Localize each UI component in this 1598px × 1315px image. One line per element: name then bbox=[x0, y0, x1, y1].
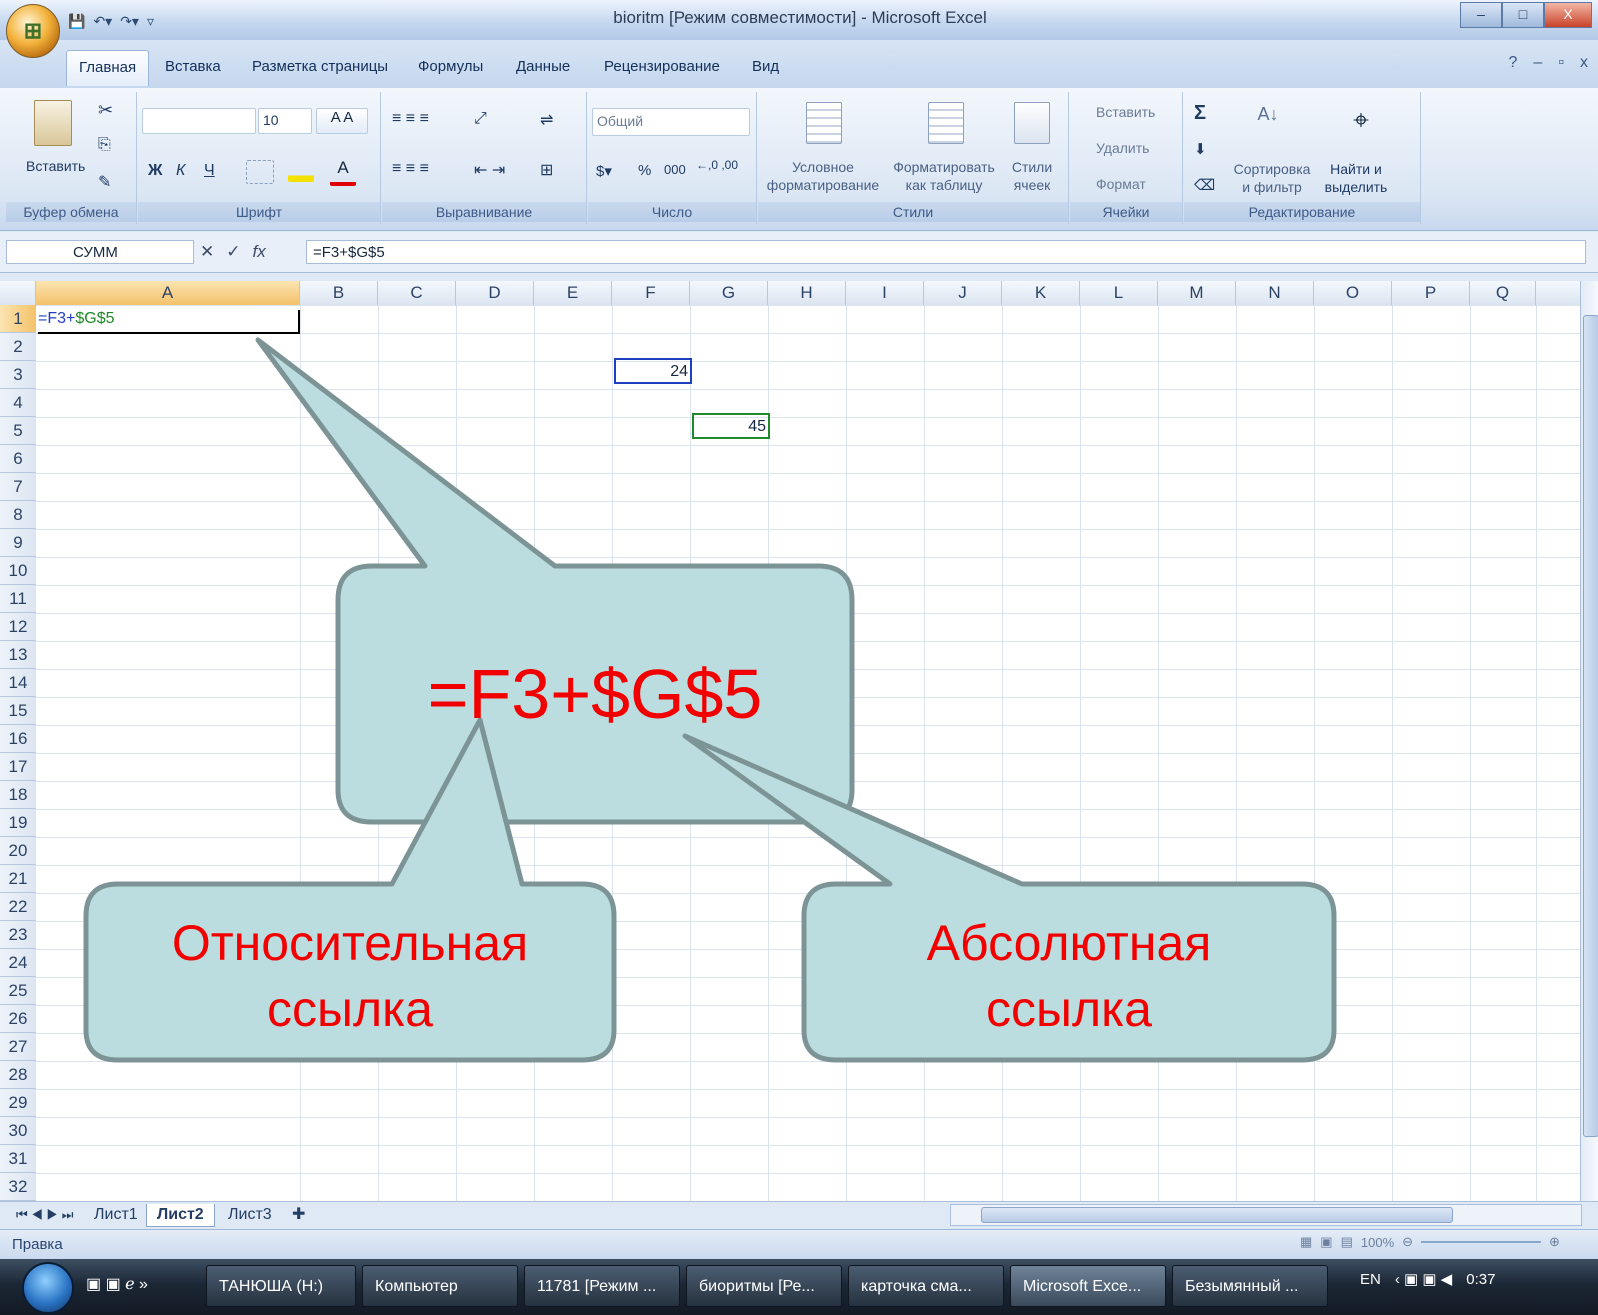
callout-relative-text: Относительная ссылка bbox=[90, 910, 610, 1042]
callout-main-formula: =F3+$G$5 bbox=[427, 655, 763, 733]
callout-absolute-line-2: ссылка bbox=[986, 981, 1152, 1037]
office-button[interactable]: ⊞ bbox=[6, 4, 60, 58]
callout-relative-line-1: Относительная bbox=[171, 915, 529, 971]
callout-absolute-line-1: Абсолютная bbox=[926, 915, 1212, 971]
callout-relative-line-2: ссылка bbox=[267, 981, 433, 1037]
callout-main-shape bbox=[255, 337, 855, 825]
callout-absolute-text: Абсолютная ссылка bbox=[808, 910, 1330, 1042]
